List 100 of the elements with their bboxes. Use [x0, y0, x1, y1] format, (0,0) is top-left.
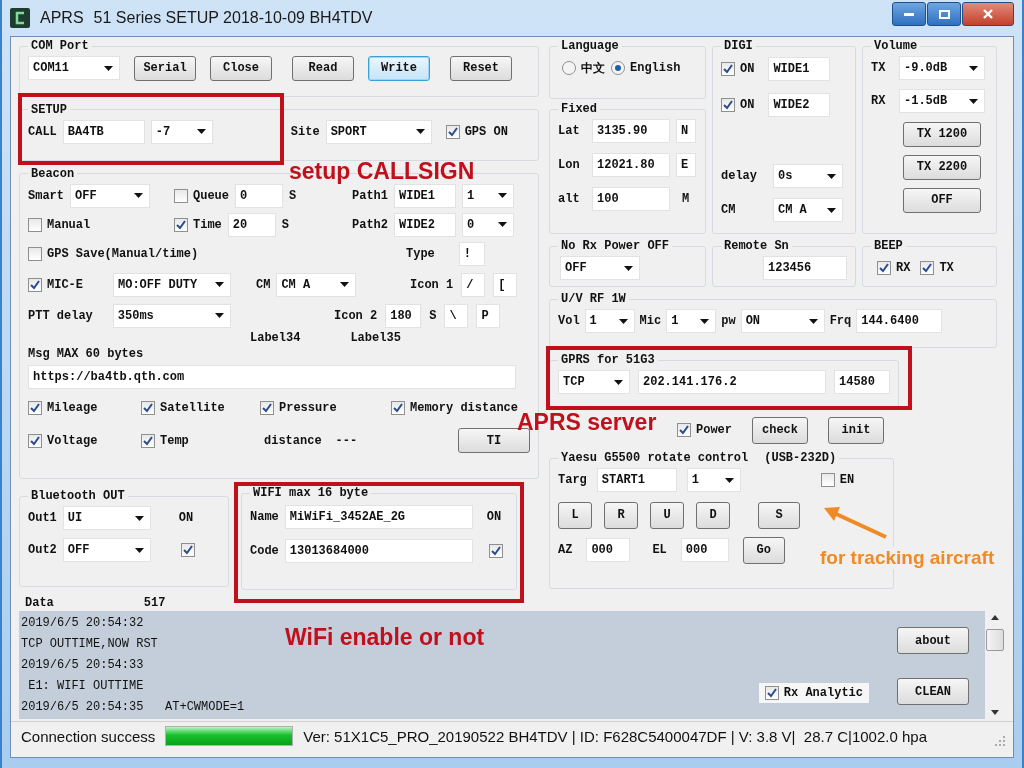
- checkbox[interactable]: [174, 217, 188, 232]
- radio-button[interactable]: [562, 61, 576, 75]
- maximize-button[interactable]: [927, 2, 961, 26]
- tone-button[interactable]: TX 1200: [903, 121, 981, 147]
- tone-button[interactable]: TX 2200: [903, 154, 981, 180]
- dropdown[interactable]: SPORT: [325, 119, 432, 144]
- direction-button[interactable]: L: [558, 501, 592, 529]
- minimize-button[interactable]: [892, 2, 926, 26]
- dropdown[interactable]: MO:OFF DUTY: [113, 272, 231, 297]
- text-field[interactable]: 144.6400: [856, 309, 943, 333]
- text-field[interactable]: MiWiFi_3452AE_2G: [284, 505, 473, 530]
- command-button[interactable]: check: [752, 416, 808, 444]
- close-button[interactable]: [962, 2, 1014, 26]
- text-field[interactable]: 202.141.176.2: [638, 370, 826, 394]
- text-field[interactable]: 180: [385, 303, 422, 328]
- dropdown[interactable]: 1: [686, 468, 741, 492]
- checkbox[interactable]: [820, 473, 835, 487]
- text-field[interactable]: 100: [592, 187, 670, 211]
- dropdown[interactable]: -9.0dB: [899, 56, 985, 80]
- checkbox[interactable]: [488, 544, 503, 559]
- text-field[interactable]: WIDE2: [394, 212, 456, 237]
- command-button[interactable]: Reset: [450, 55, 512, 81]
- checkbox[interactable]: [677, 423, 691, 437]
- text-field[interactable]: P: [476, 303, 501, 328]
- text-field[interactable]: N: [676, 119, 696, 143]
- text-field[interactable]: 000: [586, 538, 631, 562]
- direction-button[interactable]: U: [650, 501, 684, 529]
- dropdown[interactable]: 1: [666, 309, 717, 333]
- checkbox[interactable]: [28, 400, 42, 415]
- dropdown[interactable]: 350ms: [112, 303, 231, 328]
- checkbox[interactable]: [28, 433, 42, 448]
- command-button[interactable]: init: [828, 416, 884, 444]
- text-field[interactable]: /: [461, 272, 486, 297]
- dropdown[interactable]: 0s: [773, 164, 843, 188]
- direction-button[interactable]: D: [696, 501, 730, 529]
- text-field[interactable]: 3135.90: [592, 119, 670, 143]
- text-field[interactable]: 000: [680, 538, 729, 562]
- checkbox[interactable]: [28, 217, 42, 232]
- command-button[interactable]: CLEAN: [897, 678, 969, 705]
- dropdown[interactable]: OFF: [62, 538, 151, 563]
- text-field[interactable]: 13013684000: [284, 539, 473, 564]
- checkbox[interactable]: [180, 543, 195, 558]
- dropdown[interactable]: UI: [62, 506, 151, 531]
- dropdown[interactable]: CM A: [773, 198, 843, 222]
- checkbox[interactable]: [391, 400, 405, 415]
- command-button[interactable]: Read: [292, 55, 354, 81]
- dropdown[interactable]: ON: [740, 309, 825, 333]
- text-field[interactable]: WIDE1: [394, 183, 456, 208]
- checkbox[interactable]: [28, 246, 42, 261]
- radio-button[interactable]: [611, 61, 625, 75]
- checkbox[interactable]: [445, 124, 460, 139]
- text-field[interactable]: \: [444, 303, 469, 328]
- field-label: CALL: [28, 124, 57, 139]
- dropdown[interactable]: -1.5dB: [899, 89, 985, 113]
- scroll-thumb[interactable]: [986, 629, 1004, 651]
- field-label: PTT delay: [28, 308, 93, 323]
- text-field[interactable]: WIDE1: [768, 57, 831, 81]
- command-button[interactable]: Write: [368, 55, 430, 81]
- direction-button[interactable]: S: [758, 501, 800, 529]
- tone-button[interactable]: OFF: [903, 187, 981, 213]
- dropdown[interactable]: CM A: [276, 272, 357, 297]
- go-button[interactable]: Go: [742, 536, 785, 564]
- text-field[interactable]: START1: [596, 468, 677, 492]
- text-field[interactable]: WIDE2: [768, 93, 831, 117]
- text-field[interactable]: 12021.80: [592, 153, 670, 177]
- checkbox[interactable]: [721, 62, 735, 76]
- text-field[interactable]: 20: [227, 212, 276, 237]
- dropdown[interactable]: 1: [584, 309, 635, 333]
- text-field[interactable]: BA4TB: [62, 119, 145, 144]
- checkbox[interactable]: [174, 188, 188, 203]
- checkbox[interactable]: [141, 433, 155, 448]
- minimize-icon: [904, 12, 914, 16]
- direction-button[interactable]: R: [604, 501, 638, 529]
- dropdown[interactable]: -7: [150, 119, 213, 144]
- text-field[interactable]: https://ba4tb.qth.com: [28, 364, 516, 389]
- checkbox[interactable]: [721, 98, 735, 112]
- dropdown[interactable]: OFF: [70, 183, 150, 208]
- text-field[interactable]: E: [676, 153, 696, 177]
- dropdown[interactable]: 0: [462, 212, 514, 237]
- command-button[interactable]: Close: [210, 55, 272, 81]
- text-field[interactable]: !: [458, 241, 485, 266]
- checkbox[interactable]: [920, 261, 935, 275]
- text-field[interactable]: 0: [235, 183, 283, 208]
- checkbox[interactable]: [877, 261, 891, 275]
- checkbox-label: Voltage: [47, 433, 98, 448]
- dropdown[interactable]: COM11: [28, 56, 120, 80]
- checkbox[interactable]: [141, 400, 155, 415]
- dropdown[interactable]: 1: [462, 183, 514, 208]
- checkbox[interactable]: [764, 686, 779, 700]
- checkbox-label: MIC-E: [47, 277, 83, 292]
- group-title: No Rx Power OFF: [560, 239, 671, 253]
- checkbox[interactable]: [28, 277, 42, 292]
- text-field[interactable]: [: [493, 272, 518, 297]
- command-button[interactable]: about: [897, 627, 969, 654]
- text-field[interactable]: 123456: [763, 256, 847, 280]
- dropdown[interactable]: OFF: [560, 256, 640, 280]
- text-field[interactable]: 14580: [834, 370, 890, 394]
- command-button[interactable]: Serial: [134, 55, 196, 81]
- dropdown[interactable]: TCP: [558, 370, 630, 394]
- checkbox[interactable]: [260, 400, 274, 415]
